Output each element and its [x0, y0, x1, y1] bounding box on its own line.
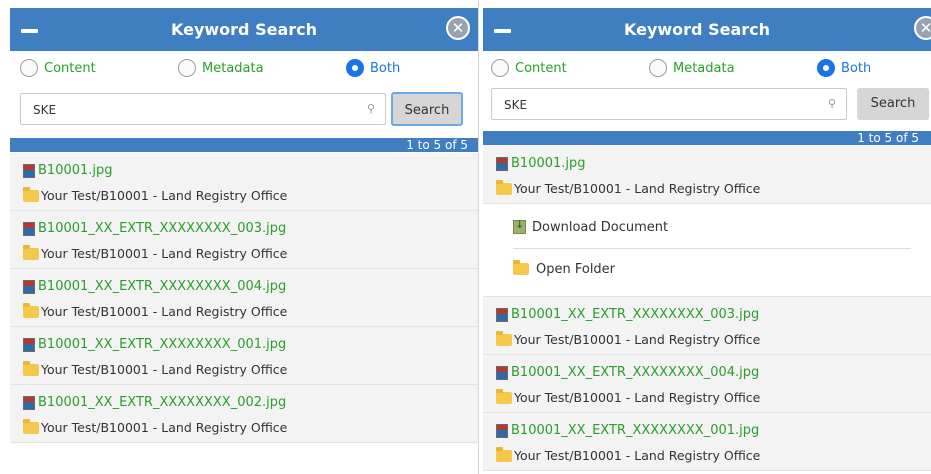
- folder-icon: [496, 330, 512, 346]
- title-bar: Keyword Search ✕: [10, 8, 478, 51]
- image-file-icon: [496, 423, 508, 438]
- search-input[interactable]: [31, 102, 335, 118]
- menu-divider: [513, 248, 911, 249]
- result-file-name[interactable]: B10001_XX_EXTR_XXXXXXXX_004.jpg: [38, 279, 286, 294]
- result-file-name[interactable]: B10001_XX_EXTR_XXXXXXXX_004.jpg: [511, 365, 759, 380]
- radio-label: Metadata: [202, 60, 264, 76]
- search-icon: ⚲: [827, 97, 836, 110]
- image-file-icon: [23, 163, 35, 178]
- search-input[interactable]: [502, 97, 806, 113]
- result-folder-path: Your Test/B10001 - Land Registry Office: [514, 332, 761, 347]
- image-file-icon: [496, 307, 508, 322]
- radio-both[interactable]: Both: [817, 59, 871, 77]
- radio-circle-icon: [20, 59, 38, 77]
- keyword-search-panel-right: Keyword Search ✕ Content Metadata Both ⚲…: [483, 0, 931, 474]
- result-file-name[interactable]: B10001_XX_EXTR_XXXXXXXX_002.jpg: [38, 395, 286, 410]
- search-button[interactable]: Search: [391, 92, 463, 126]
- search-box: ⚲: [20, 93, 386, 125]
- search-box: ⚲: [491, 88, 847, 120]
- folder-icon: [23, 418, 39, 434]
- radio-circle-icon: [178, 59, 196, 77]
- close-button[interactable]: ✕: [446, 16, 470, 40]
- result-folder-path: Your Test/B10001 - Land Registry Office: [514, 390, 761, 405]
- download-document-item[interactable]: Download Document: [513, 215, 911, 239]
- radio-label: Content: [515, 60, 567, 76]
- search-button[interactable]: Search: [857, 88, 929, 120]
- download-document-label: Download Document: [532, 219, 669, 235]
- result-row[interactable]: B10001_XX_EXTR_XXXXXXXX_004.jpg Your Tes…: [10, 269, 478, 327]
- result-file-name[interactable]: B10001_XX_EXTR_XXXXXXXX_003.jpg: [511, 307, 759, 322]
- result-folder-path: Your Test/B10001 - Land Registry Office: [41, 188, 288, 203]
- radio-content[interactable]: Content: [20, 59, 96, 77]
- result-file-name[interactable]: B10001_XX_EXTR_XXXXXXXX_001.jpg: [511, 423, 759, 438]
- results-list: B10001.jpg Your Test/B10001 - Land Regis…: [483, 146, 931, 471]
- title-bar: Keyword Search ✕: [483, 8, 931, 51]
- search-icon: ⚲: [366, 102, 375, 115]
- result-row[interactable]: B10001.jpg Your Test/B10001 - Land Regis…: [483, 146, 931, 204]
- radio-metadata[interactable]: Metadata: [649, 59, 735, 77]
- radio-circle-icon: [346, 59, 364, 77]
- radio-label: Both: [841, 60, 872, 76]
- result-folder-path: Your Test/B10001 - Land Registry Office: [514, 181, 761, 196]
- search-scope-options: Content Metadata Both: [483, 56, 931, 86]
- dialog-title: Keyword Search: [623, 20, 771, 39]
- open-folder-label: Open Folder: [536, 261, 616, 277]
- result-file-name[interactable]: B10001.jpg: [511, 156, 586, 171]
- radio-label: Metadata: [673, 60, 735, 76]
- radio-label: Both: [370, 60, 401, 76]
- keyword-search-panel-left: Keyword Search ✕ Content Metadata Both ⚲…: [10, 0, 479, 474]
- radio-circle-icon: [649, 59, 667, 77]
- folder-icon: [496, 446, 512, 462]
- result-row[interactable]: B10001_XX_EXTR_XXXXXXXX_004.jpg Your Tes…: [483, 355, 931, 413]
- radio-circle-icon: [491, 59, 509, 77]
- result-row[interactable]: B10001_XX_EXTR_XXXXXXXX_003.jpg Your Tes…: [483, 297, 931, 355]
- folder-icon: [23, 186, 39, 202]
- results-count-bar: 1 to 5 of 5: [10, 138, 478, 152]
- image-file-icon: [23, 221, 35, 236]
- image-file-icon: [496, 156, 508, 171]
- search-row: ⚲ Search: [483, 88, 931, 124]
- result-row[interactable]: B10001_XX_EXTR_XXXXXXXX_003.jpg Your Tes…: [10, 211, 478, 269]
- results-count-bar: 1 to 5 of 5: [483, 131, 931, 145]
- open-folder-item[interactable]: Open Folder: [513, 256, 911, 282]
- result-row[interactable]: B10001.jpg Your Test/B10001 - Land Regis…: [10, 153, 478, 211]
- results-list: B10001.jpg Your Test/B10001 - Land Regis…: [10, 153, 478, 443]
- radio-content[interactable]: Content: [491, 59, 567, 77]
- search-scope-options: Content Metadata Both: [10, 56, 478, 86]
- image-file-icon: [23, 279, 35, 294]
- result-folder-path: Your Test/B10001 - Land Registry Office: [41, 362, 288, 377]
- result-context-menu: Download Document Open Folder: [483, 204, 931, 297]
- result-row[interactable]: B10001_XX_EXTR_XXXXXXXX_002.jpg Your Tes…: [10, 385, 478, 443]
- download-icon: [513, 218, 526, 234]
- folder-icon: [23, 244, 39, 260]
- result-folder-path: Your Test/B10001 - Land Registry Office: [41, 420, 288, 435]
- close-icon: ✕: [448, 18, 468, 38]
- radio-metadata[interactable]: Metadata: [178, 59, 264, 77]
- result-file-name[interactable]: B10001.jpg: [38, 163, 113, 178]
- folder-icon: [496, 179, 512, 195]
- dialog-title: Keyword Search: [170, 20, 318, 39]
- radio-both[interactable]: Both: [346, 59, 400, 77]
- result-file-name[interactable]: B10001_XX_EXTR_XXXXXXXX_003.jpg: [38, 221, 286, 236]
- image-file-icon: [496, 365, 508, 380]
- result-folder-path: Your Test/B10001 - Land Registry Office: [41, 246, 288, 261]
- image-file-icon: [23, 395, 35, 410]
- result-file-name[interactable]: B10001_XX_EXTR_XXXXXXXX_001.jpg: [38, 337, 286, 352]
- result-row[interactable]: B10001_XX_EXTR_XXXXXXXX_001.jpg Your Tes…: [10, 327, 478, 385]
- result-row[interactable]: B10001_XX_EXTR_XXXXXXXX_001.jpg Your Tes…: [483, 413, 931, 471]
- folder-icon: [496, 388, 512, 404]
- radio-label: Content: [44, 60, 96, 76]
- result-folder-path: Your Test/B10001 - Land Registry Office: [41, 304, 288, 319]
- folder-icon: [513, 260, 529, 275]
- folder-icon: [23, 302, 39, 318]
- close-button[interactable]: ✕: [914, 16, 931, 40]
- search-row: ⚲ Search: [10, 92, 478, 129]
- image-file-icon: [23, 337, 35, 352]
- folder-icon: [23, 360, 39, 376]
- radio-circle-icon: [817, 59, 835, 77]
- close-icon: ✕: [916, 18, 931, 38]
- result-folder-path: Your Test/B10001 - Land Registry Office: [514, 448, 761, 463]
